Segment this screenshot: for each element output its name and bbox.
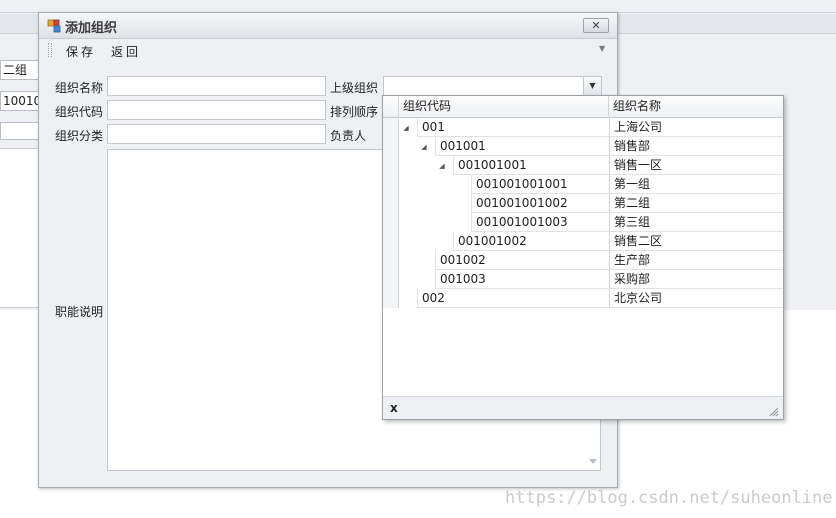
org-code-label: 组织代码 [55,105,104,119]
tree-row[interactable]: 001001001003 第三组 [383,213,783,232]
tree-cell-org-code[interactable]: 001001001 [453,156,609,175]
tree-cell-org-code[interactable]: 001 [417,118,609,137]
row-indicator-cell[interactable] [383,251,399,270]
dialog-titlebar[interactable]: 添加组织 ✕ [39,13,617,39]
tree-cell-org-name[interactable]: 生产部 [609,251,783,270]
header-indicator-cell [383,96,399,118]
popup-close-button[interactable]: x [390,401,398,415]
manager-label: 负责人 [330,129,367,143]
duty-description-label: 职能说明 [55,305,104,319]
row-indicator-cell[interactable] [383,118,399,137]
row-indicator-cell[interactable] [383,213,399,232]
tree-cell-org-name[interactable]: 第三组 [609,213,783,232]
org-category-input[interactable] [107,124,326,144]
row-indicator-cell[interactable] [383,270,399,289]
column-header-org-name[interactable]: 组织名称 [609,96,783,118]
sort-order-label: 排列顺序 [330,105,379,119]
watermark-url: https://blog.csdn.net/suheonline [505,488,833,508]
close-icon: ✕ [591,19,601,32]
toolbar-more-icon[interactable]: ▼ [599,44,605,53]
tree-row[interactable]: ◢ 001 上海公司 [383,118,783,137]
tree-row[interactable]: 001001001002 第二组 [383,194,783,213]
row-indicator-cell[interactable] [383,137,399,156]
tree-cell-org-name[interactable]: 北京公司 [609,289,783,308]
tree-row[interactable]: 001001002 销售二区 [383,232,783,251]
tree-row[interactable]: ◢ 001001001 销售一区 [383,156,783,175]
org-category-label: 组织分类 [55,129,104,143]
tree-cell-org-code[interactable]: 001001001002 [471,194,609,213]
row-indicator-cell[interactable] [383,232,399,251]
scroll-down-icon[interactable] [589,459,597,465]
resize-grip-icon[interactable] [769,407,779,417]
tree-row[interactable]: 001003 采购部 [383,270,783,289]
close-icon: x [390,401,398,415]
tree-grid-header: 组织代码 组织名称 [383,96,783,118]
row-indicator-cell[interactable] [383,156,399,175]
tree-cell-org-name[interactable]: 第一组 [609,175,783,194]
parent-org-combo[interactable]: ▼ [383,76,602,96]
tree-cell-org-code[interactable]: 001002 [435,251,609,270]
parent-org-label: 上级组织 [330,81,379,95]
tree-cell-org-name[interactable]: 上海公司 [609,118,783,137]
org-name-label: 组织名称 [55,81,104,95]
row-indicator-cell[interactable] [383,289,399,308]
tree-cell-org-code[interactable]: 001001001001 [471,175,609,194]
dropdown-arrow-icon: ▼ [589,81,596,90]
parent-org-dropdown-button[interactable]: ▼ [583,77,601,95]
row-indicator-cell[interactable] [383,175,399,194]
tree-row[interactable]: ◢ 001001 销售部 [383,137,783,156]
org-name-input[interactable] [107,76,326,96]
parent-org-dropdown-popup: 组织代码 组织名称 ◢ 001 上海公司 ◢ 001001 销售部 ◢ 001001001 销售… [382,95,784,420]
tree-cell-org-code[interactable]: 001001 [435,137,609,156]
row-indicator-cell[interactable] [383,194,399,213]
tree-cell-org-name[interactable]: 销售二区 [609,232,783,251]
tree-cell-org-name[interactable]: 销售一区 [609,156,783,175]
tree-cell-org-name[interactable]: 第二组 [609,194,783,213]
tree-cell-org-code[interactable]: 002 [417,289,609,308]
close-button[interactable]: ✕ [583,18,609,33]
tree-cell-org-code[interactable]: 001001001003 [471,213,609,232]
org-code-input[interactable] [107,100,326,120]
tree-row[interactable]: 001001001001 第一组 [383,175,783,194]
column-header-org-code[interactable]: 组织代码 [399,96,609,118]
tree-cell-org-code[interactable]: 001003 [435,270,609,289]
dialog-title: 添加组织 [65,21,118,36]
background-field-empty[interactable] [0,122,40,140]
tree-cell-org-name[interactable]: 销售部 [609,137,783,156]
expand-triangle-icon[interactable]: ◢ [419,142,429,152]
popup-footer: x [383,396,783,419]
tree-row[interactable]: 002 北京公司 [383,289,783,308]
save-button[interactable]: 保存 [66,43,96,60]
toolbar-grip[interactable] [48,43,52,57]
tree-grid-body: ◢ 001 上海公司 ◢ 001001 销售部 ◢ 001001001 销售一区 00100100… [383,118,783,328]
background-panel [0,148,40,308]
tree-cell-org-name[interactable]: 采购部 [609,270,783,289]
dialog-toolbar: 保存 返回 ▼ [39,40,617,62]
back-button[interactable]: 返回 [111,43,141,60]
background-field-group[interactable]: 二组 [0,60,40,80]
expand-triangle-icon[interactable]: ◢ [437,161,447,171]
tree-row[interactable]: 001002 生产部 [383,251,783,270]
expand-triangle-icon[interactable]: ◢ [401,123,411,133]
tree-cell-org-code[interactable]: 001001002 [453,232,609,251]
app-icon [47,19,61,33]
background-field-code[interactable]: 100100 [0,91,40,111]
